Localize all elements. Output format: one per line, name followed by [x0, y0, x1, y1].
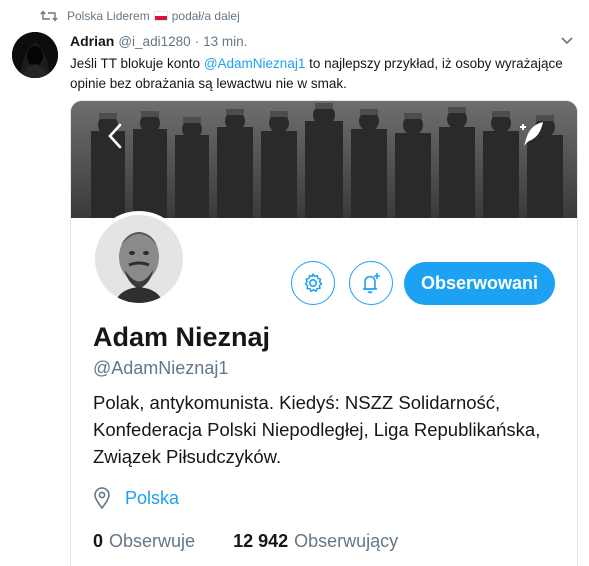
- author-name[interactable]: Adrian: [70, 33, 114, 49]
- following-label: Obserwuje: [109, 531, 196, 551]
- followers-stat[interactable]: 12 942 Obserwujący: [233, 531, 398, 552]
- settings-button[interactable]: [291, 261, 335, 305]
- followers-label: Obserwujący: [294, 531, 399, 551]
- following-stat[interactable]: 0 Obserwuje: [93, 531, 195, 552]
- following-count: 0: [93, 531, 104, 551]
- bell-plus-icon: [363, 273, 380, 294]
- poland-flag-icon: [153, 11, 168, 21]
- notifications-button[interactable]: [349, 261, 393, 305]
- tweet-text: Jeśli TT blokuje konto @AdamNieznaj1 to …: [70, 54, 580, 94]
- profile-screen-name[interactable]: @AdamNieznaj1: [93, 358, 228, 379]
- profile-bio: Polak, antykomunista. Kiedyś: NSZZ Solid…: [93, 392, 541, 467]
- profile-banner: [71, 101, 577, 218]
- gear-icon: [304, 273, 323, 293]
- chevron-left-icon[interactable]: [107, 123, 123, 149]
- followers-count: 12 942: [233, 531, 289, 551]
- tweet-header: Adrian @i_adi1280 · 13 min.: [70, 33, 247, 49]
- profile-card[interactable]: Obserwowani Adam Nieznaj @AdamNieznaj1 P…: [70, 100, 578, 566]
- location-link[interactable]: Polska: [125, 488, 179, 509]
- chevron-down-icon[interactable]: [561, 36, 573, 46]
- profile-avatar[interactable]: [91, 211, 187, 307]
- author-handle[interactable]: @i_adi1280: [118, 34, 190, 49]
- profile-stats: 0 Obserwuje 12 942 Obserwujący: [93, 531, 436, 552]
- profile-display-name[interactable]: Adam Nieznaj: [93, 322, 270, 353]
- mention-link[interactable]: @AdamNieznaj1: [204, 56, 306, 71]
- header-separator: ·: [194, 34, 200, 49]
- retweet-action: podał/a dalej: [171, 9, 240, 23]
- quill-icon[interactable]: [516, 119, 546, 149]
- location-pin-icon: [94, 487, 110, 509]
- tweet-timestamp[interactable]: 13 min.: [203, 34, 247, 49]
- author-avatar[interactable]: [12, 32, 58, 78]
- retweet-icon: [40, 10, 58, 22]
- retweet-context: Polska Liderem podał/a dalej: [40, 8, 240, 24]
- profile-location: Polska: [93, 487, 179, 509]
- following-button[interactable]: Obserwowani: [404, 262, 555, 305]
- tweet-text-before: Jeśli TT blokuje konto: [70, 56, 204, 71]
- retweeter-name[interactable]: Polska Liderem: [67, 9, 150, 23]
